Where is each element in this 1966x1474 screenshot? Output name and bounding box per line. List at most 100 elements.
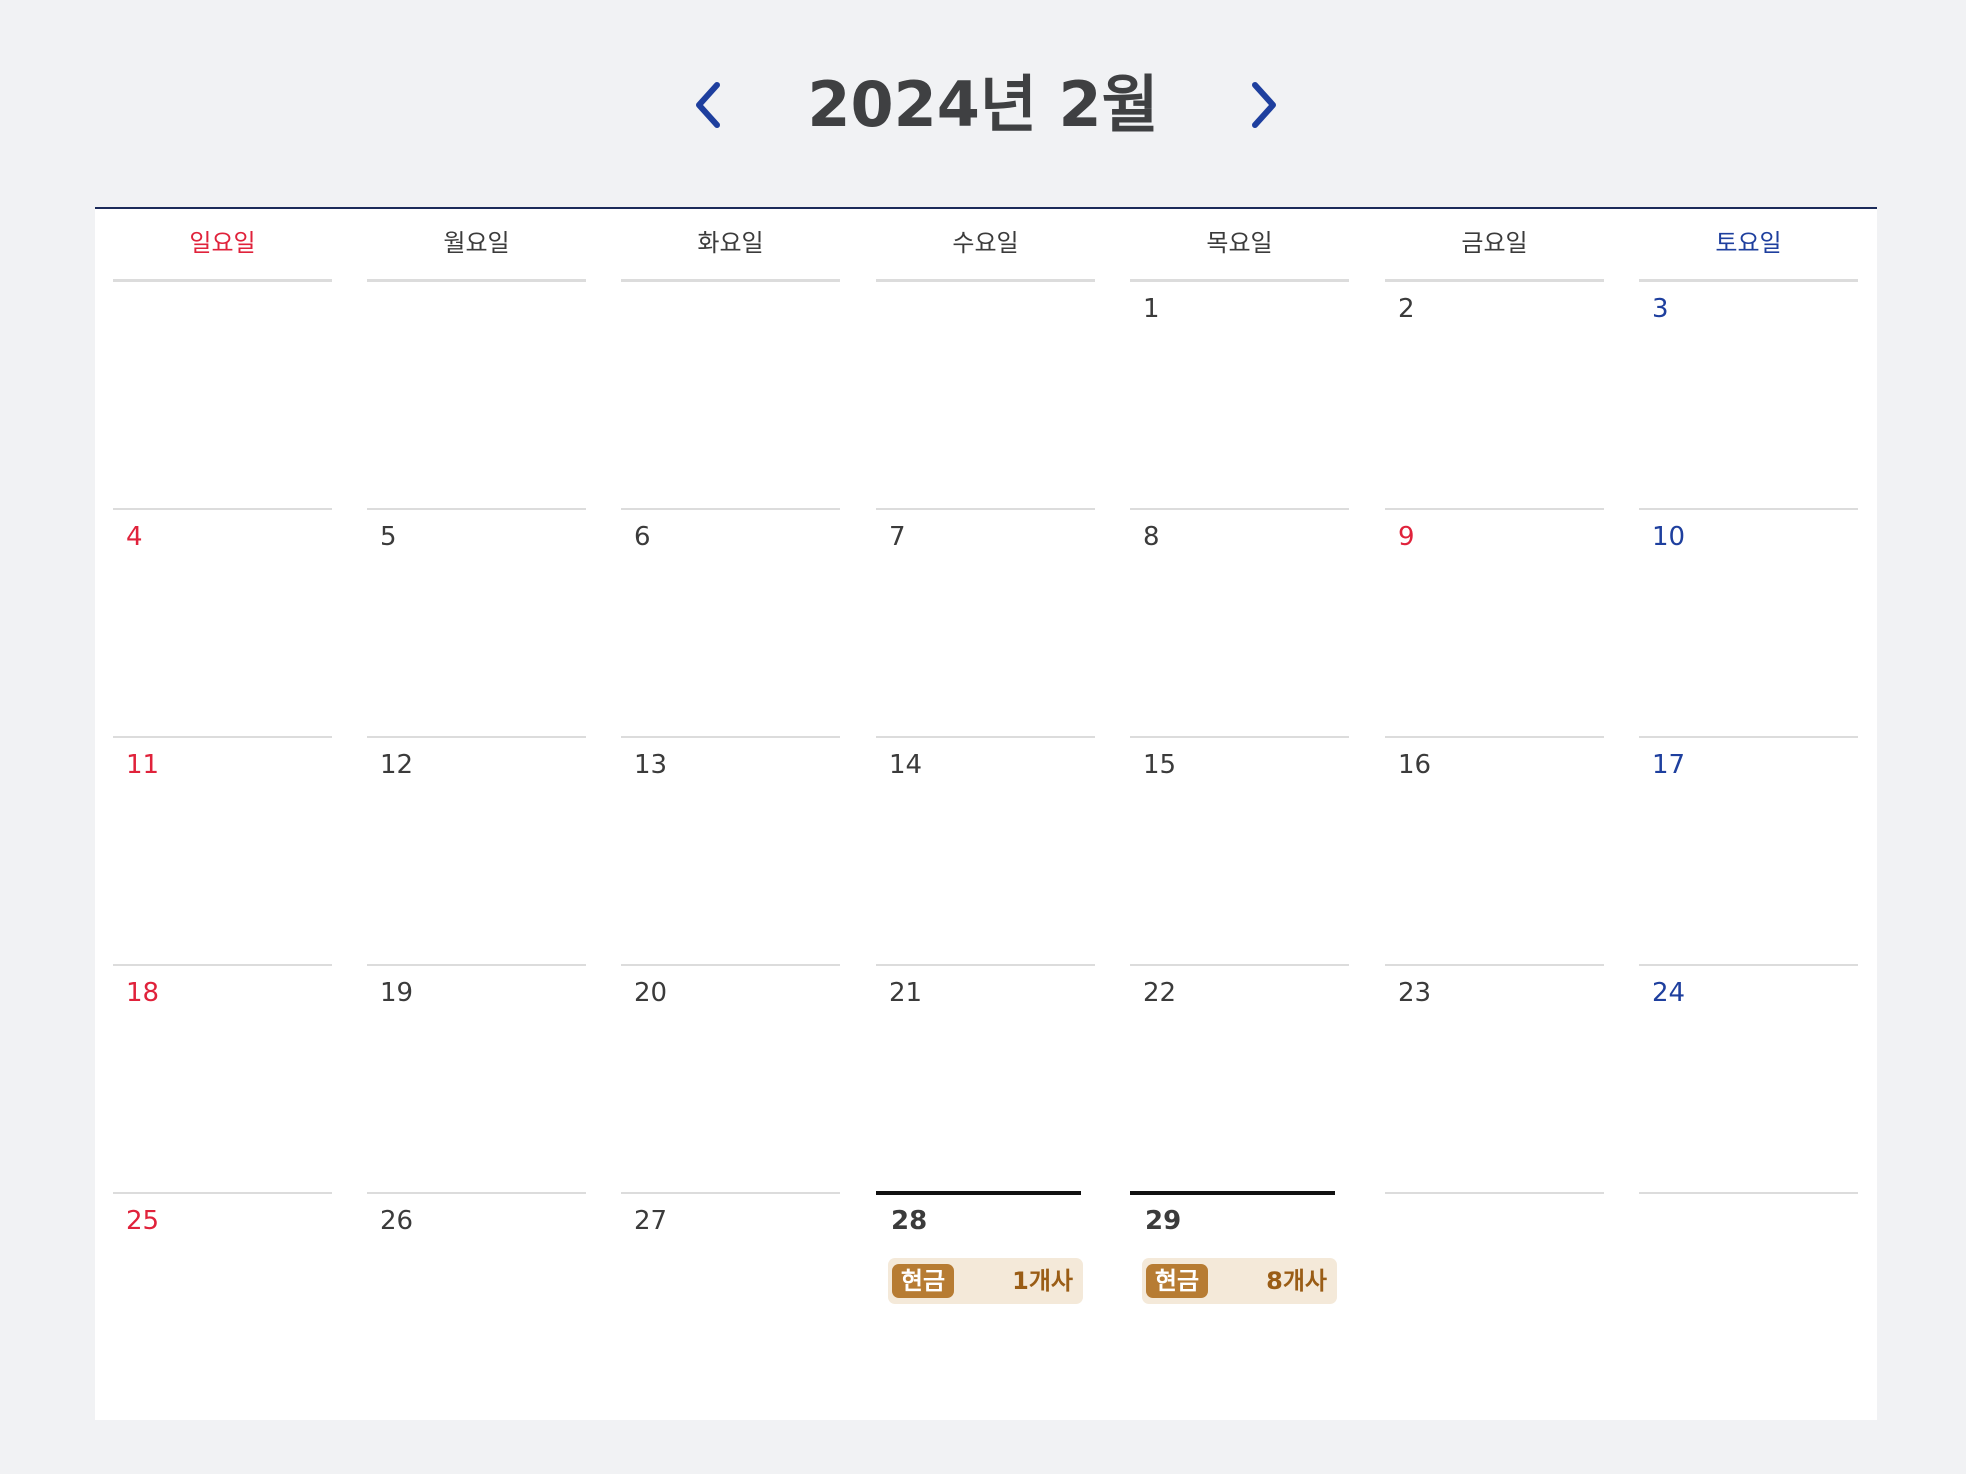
event-count: 1개사	[1012, 1267, 1073, 1295]
day-number: 4	[126, 522, 143, 552]
day-number: 3	[1652, 294, 1669, 324]
cell-divider	[1639, 280, 1858, 282]
day-cell-24[interactable]: 24	[1639, 964, 1858, 1192]
cell-divider	[1385, 736, 1604, 738]
calendar-grid: 일요일 월요일 화요일 수요일 목요일 금요일 토요일 1 2 3 4 5 6 7 8 9 10 1…	[95, 207, 1877, 1420]
day-cell-empty	[367, 280, 586, 508]
day-cell-empty	[1385, 1192, 1604, 1420]
day-cell-5[interactable]: 5	[367, 508, 586, 736]
day-number: 15	[1143, 750, 1177, 780]
weekday-saturday: 토요일	[1639, 209, 1858, 281]
event-chip[interactable]: 현금 1개사	[888, 1258, 1083, 1304]
cell-divider	[621, 964, 840, 966]
day-number: 9	[1398, 522, 1415, 552]
day-cell-28[interactable]: 28 현금 1개사	[876, 1191, 1095, 1420]
day-cell-3[interactable]: 3	[1639, 280, 1858, 508]
cell-divider	[1385, 964, 1604, 966]
day-number: 12	[380, 750, 414, 780]
day-cell-26[interactable]: 26	[367, 1192, 586, 1420]
cell-divider	[1130, 508, 1349, 510]
cell-divider	[621, 736, 840, 738]
cell-divider	[113, 1192, 332, 1194]
cell-divider	[1130, 280, 1349, 282]
next-month-button[interactable]	[1230, 70, 1300, 140]
cell-divider	[113, 280, 332, 282]
day-number: 24	[1652, 978, 1686, 1008]
day-cell-empty	[876, 280, 1095, 508]
cell-divider	[113, 508, 332, 510]
weekday-header-row: 일요일 월요일 화요일 수요일 목요일 금요일 토요일	[95, 209, 1877, 281]
day-cell-8[interactable]: 8	[1130, 508, 1349, 736]
day-number: 16	[1398, 750, 1432, 780]
day-cell-23[interactable]: 23	[1385, 964, 1604, 1192]
cell-divider	[1639, 736, 1858, 738]
cell-divider	[1130, 1191, 1335, 1195]
day-cell-4[interactable]: 4	[113, 508, 332, 736]
prev-month-button[interactable]	[672, 70, 742, 140]
day-cell-9[interactable]: 9	[1385, 508, 1604, 736]
day-cell-15[interactable]: 15	[1130, 736, 1349, 964]
event-chip[interactable]: 현금 8개사	[1142, 1258, 1337, 1304]
day-number: 28	[891, 1206, 928, 1236]
cell-divider	[367, 736, 586, 738]
day-cell-19[interactable]: 19	[367, 964, 586, 1192]
event-count: 8개사	[1266, 1267, 1327, 1295]
day-number: 17	[1652, 750, 1686, 780]
cell-divider	[1639, 1192, 1858, 1194]
day-cell-2[interactable]: 2	[1385, 280, 1604, 508]
day-cell-13[interactable]: 13	[621, 736, 840, 964]
weekday-tuesday: 화요일	[621, 209, 840, 281]
day-number: 21	[889, 978, 923, 1008]
day-cell-1[interactable]: 1	[1130, 280, 1349, 508]
event-tag: 현금	[892, 1264, 954, 1298]
cell-divider	[367, 508, 586, 510]
day-cell-25[interactable]: 25	[113, 1192, 332, 1420]
cell-divider	[1385, 508, 1604, 510]
chevron-left-icon	[696, 82, 720, 128]
cell-divider	[1130, 964, 1349, 966]
day-number: 27	[634, 1206, 668, 1236]
cell-divider	[876, 508, 1095, 510]
day-number: 18	[126, 978, 160, 1008]
event-tag: 현금	[1146, 1264, 1208, 1298]
day-cell-empty	[621, 280, 840, 508]
cell-divider	[367, 964, 586, 966]
day-cell-14[interactable]: 14	[876, 736, 1095, 964]
cell-divider	[1639, 964, 1858, 966]
day-cell-12[interactable]: 12	[367, 736, 586, 964]
day-cell-18[interactable]: 18	[113, 964, 332, 1192]
cell-divider	[876, 964, 1095, 966]
cell-divider	[367, 280, 586, 282]
cell-divider	[876, 280, 1095, 282]
day-cell-27[interactable]: 27	[621, 1192, 840, 1420]
day-cell-10[interactable]: 10	[1639, 508, 1858, 736]
day-cell-22[interactable]: 22	[1130, 964, 1349, 1192]
day-cell-16[interactable]: 16	[1385, 736, 1604, 964]
day-cell-21[interactable]: 21	[876, 964, 1095, 1192]
day-number: 11	[126, 750, 160, 780]
day-number: 13	[634, 750, 668, 780]
day-number: 10	[1652, 522, 1686, 552]
day-number: 6	[634, 522, 651, 552]
day-number: 26	[380, 1206, 414, 1236]
day-number: 19	[380, 978, 414, 1008]
day-number: 5	[380, 522, 397, 552]
day-cell-20[interactable]: 20	[621, 964, 840, 1192]
day-number: 7	[889, 522, 906, 552]
cell-divider	[1385, 280, 1604, 282]
cell-divider	[113, 736, 332, 738]
day-number: 23	[1398, 978, 1432, 1008]
cell-divider	[876, 1191, 1081, 1195]
month-title: 2024년 2월	[807, 68, 1159, 141]
day-number: 20	[634, 978, 668, 1008]
calendar-header: 2024년 2월	[0, 0, 1966, 208]
day-number: 25	[126, 1206, 160, 1236]
day-cell-29[interactable]: 29 현금 8개사	[1130, 1191, 1349, 1420]
day-cell-17[interactable]: 17	[1639, 736, 1858, 964]
day-cell-7[interactable]: 7	[876, 508, 1095, 736]
day-number: 22	[1143, 978, 1177, 1008]
day-cell-11[interactable]: 11	[113, 736, 332, 964]
day-cell-empty	[113, 280, 332, 508]
day-cell-6[interactable]: 6	[621, 508, 840, 736]
weekday-thursday: 목요일	[1130, 209, 1349, 281]
